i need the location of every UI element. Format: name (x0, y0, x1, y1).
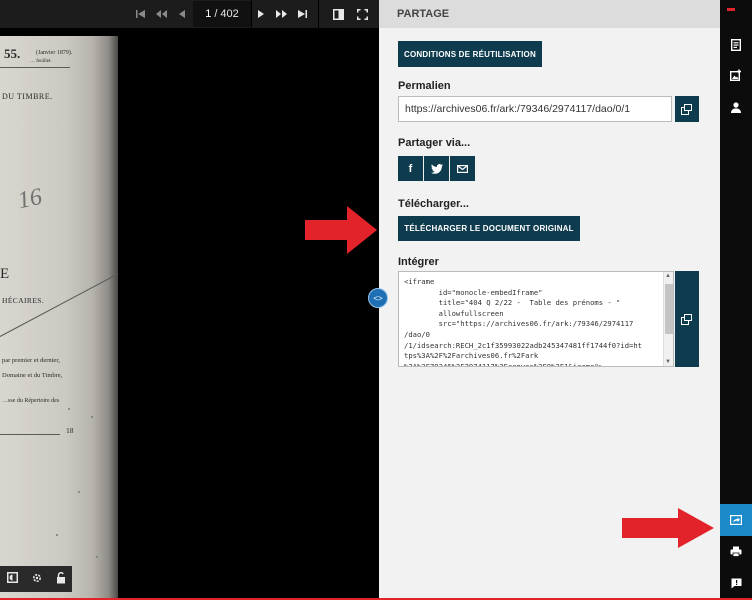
viewer-toolbar: 1 / 402 (0, 0, 379, 28)
sidebar-item-report[interactable] (720, 569, 752, 597)
feedback-icon (731, 578, 741, 588)
doc-text-line6: …sse du Répertoire des (2, 398, 60, 404)
doc-text-hecaires: HÉCAIRES. (2, 296, 45, 305)
right-sidebar (720, 0, 752, 598)
collapse-panel-toggle[interactable]: <> (368, 288, 388, 308)
share-email-button[interactable] (450, 156, 475, 181)
fullscreen-icon[interactable] (352, 0, 372, 28)
image-gallery-icon (730, 69, 741, 81)
facebook-icon: f (408, 162, 413, 175)
pointer-arrow-download (305, 206, 377, 254)
current-page[interactable]: 1 (205, 8, 211, 20)
previous-page-icon[interactable] (172, 0, 192, 28)
sidebar-item-information[interactable] (720, 31, 752, 59)
share-icon (730, 515, 742, 525)
reuse-conditions-button[interactable]: CONDITIONS DE RÉUTILISATION (398, 41, 542, 67)
doc-text-timbre: DU TIMBRE. (2, 92, 53, 101)
brand-logo-mark (727, 8, 735, 11)
download-original-button[interactable]: TÉLÉCHARGER LE DOCUMENT ORIGINAL (398, 216, 580, 241)
page-indicator[interactable]: 1 / 402 (193, 1, 251, 27)
document-page-image[interactable]: 55. (Janvier 1879). … feuillet. DU TIMBR… (0, 36, 118, 598)
total-pages: 402 (220, 8, 239, 20)
next-page-icon[interactable] (251, 0, 271, 28)
image-tools-bar (0, 566, 72, 592)
doc-text-line5: Domaine et du Timbre, (2, 372, 63, 379)
doc-text-sub: … feuillet. (30, 59, 52, 64)
first-page-icon[interactable] (130, 0, 150, 28)
document-info-icon (731, 39, 741, 51)
next-pages-icon[interactable] (271, 0, 291, 28)
embed-code-textarea[interactable]: <iframe id="monocle-embedIframe" title="… (398, 271, 674, 367)
embed-label: Intégrer (398, 256, 439, 268)
download-label: Télécharger... (398, 198, 469, 210)
doc-text-line4: par premier et dernier, (2, 357, 60, 364)
doc-text-letter: E (0, 266, 10, 282)
user-icon (731, 101, 741, 113)
doc-text-number: 55. (4, 46, 21, 61)
embed-code-text[interactable]: <iframe id="monocle-embedIframe" title="… (399, 272, 673, 366)
last-page-icon[interactable] (292, 0, 312, 28)
sidebar-layout-icon[interactable] (328, 0, 348, 28)
app-root: 1 / 402 55. (Janvier 1879). … feuillet. (0, 0, 752, 600)
twitter-icon (430, 163, 443, 174)
sidebar-item-print[interactable] (720, 537, 752, 565)
copy-icon (681, 313, 693, 325)
image-settings-icon[interactable] (31, 572, 43, 587)
sidebar-item-user[interactable] (720, 93, 752, 121)
sidebar-item-images[interactable] (720, 61, 752, 89)
copy-permalink-button[interactable] (675, 96, 699, 122)
print-icon (730, 546, 742, 557)
pointer-arrow-share (622, 508, 714, 548)
embed-scrollbar[interactable]: ▲ ▼ (663, 272, 673, 366)
share-label: Partager via... (398, 137, 471, 149)
contrast-icon[interactable] (6, 572, 18, 586)
previous-pages-icon[interactable] (151, 0, 171, 28)
document-viewer[interactable]: 55. (Janvier 1879). … feuillet. DU TIMBR… (0, 28, 379, 598)
share-facebook-button[interactable]: f (398, 156, 423, 181)
panel-title: PARTAGE (379, 0, 720, 28)
unlock-icon[interactable] (56, 571, 66, 587)
permalink-field[interactable]: https://archives06.fr/ark:/79346/2974117… (398, 96, 672, 122)
doc-handwriting: 16 (15, 183, 45, 215)
doc-text-date: (Janvier 1879). (36, 50, 73, 56)
email-icon (457, 164, 468, 173)
doc-text-line7: 18 (66, 426, 74, 435)
share-twitter-button[interactable] (424, 156, 449, 181)
copy-icon (681, 103, 693, 115)
sidebar-item-share[interactable] (720, 504, 752, 536)
page-separator: / (214, 8, 218, 20)
copy-embed-button[interactable] (675, 271, 699, 367)
permalink-label: Permalien (398, 80, 451, 92)
